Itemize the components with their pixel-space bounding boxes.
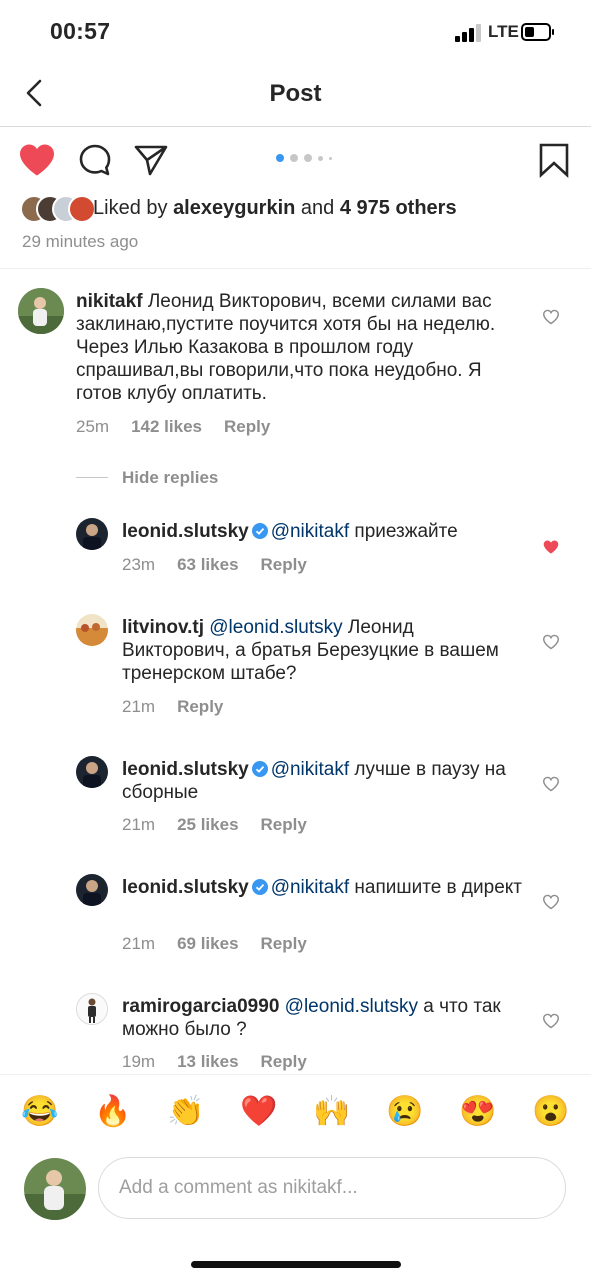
emoji-fire[interactable]: 🔥 [93,1094,133,1129]
reply-button[interactable]: Reply [261,815,307,834]
home-indicator[interactable] [191,1261,401,1268]
emoji-heart[interactable]: ❤️ [239,1094,279,1129]
divider [0,268,591,269]
reply-username[interactable]: litvinov.tj [122,617,204,638]
avatar[interactable] [18,288,64,334]
comment-username[interactable]: nikitakf [76,291,143,312]
reply-button[interactable]: Reply [261,555,307,574]
avatar[interactable] [76,614,108,646]
bookmark-icon[interactable] [538,142,570,178]
nav-divider [0,126,591,127]
avatar[interactable] [76,993,108,1025]
status-time: 00:57 [50,18,111,44]
emoji-heart-eyes[interactable]: 😍 [458,1094,498,1129]
page-title: Post [269,80,322,107]
reply-time: 21m [122,815,156,834]
reply-body: leonid.slutsky @nikitakf лучше в паузу на… [122,758,522,804]
liked-by-user[interactable]: alexeygurkin [173,197,295,219]
comment-liked-heart-icon[interactable] [542,539,560,555]
reply-meta: 23m 63 likes Reply [122,555,329,575]
comment-body: nikitakf Леонид Викторович, всеми силами… [76,290,511,405]
comment-time: 25m [76,417,110,436]
avatar [68,195,96,223]
hide-replies-button[interactable]: Hide replies [122,468,218,488]
avatar[interactable] [76,518,108,550]
reply-likes[interactable]: 25 likes [177,815,238,834]
reply-mention[interactable]: @leonid.slutsky [285,996,418,1017]
reply-meta: 21m Reply [122,697,245,717]
reply-button[interactable]: Reply [261,934,307,953]
emoji-laughing[interactable]: 😂 [20,1094,60,1129]
reply-text: напишите в директ [354,877,522,898]
reply-body: leonid.slutsky @nikitakf напишите в дирек… [122,876,522,899]
comment-composer[interactable] [98,1157,566,1219]
reply-body: ramirogarcia0990 @leonid.slutsky а что т… [122,995,522,1041]
post-timestamp: 29 minutes ago [22,232,139,251]
reply-text: приезжайте [354,521,458,542]
liked-by-and: and [300,197,335,219]
reply-meta: 21m 69 likes Reply [122,934,329,954]
emoji-clap[interactable]: 👏 [166,1094,206,1129]
reply-body: leonid.slutsky @nikitakf приезжайте [122,520,522,543]
network-label: LTE [488,22,519,41]
carousel-dot [318,155,323,161]
liked-by-prefix: Liked by [93,197,168,219]
reply-mention[interactable]: @leonid.slutsky [209,617,342,638]
comment-like-icon[interactable] [542,776,560,792]
reply-meta: 19m 13 likes Reply [122,1052,329,1072]
liked-by-others[interactable]: 4 975 others [340,197,457,219]
emoji-crying[interactable]: 😢 [385,1094,425,1129]
verified-badge-icon [251,523,268,539]
liked-by-text[interactable]: Liked by alexeygurkin and 4 975 others [93,197,457,220]
like-heart-icon[interactable] [18,143,56,177]
liker-avatars[interactable] [20,195,96,223]
carousel-dot [290,154,298,162]
reply-username[interactable]: ramirogarcia0990 [122,996,279,1017]
carousel-dot [276,154,284,162]
reply-button[interactable]: Reply [261,1052,307,1071]
verified-badge-icon [251,761,268,777]
comment-icon[interactable] [78,143,112,177]
comment-input[interactable] [117,1176,541,1200]
battery-icon [521,23,554,41]
reply-time: 21m [122,697,156,716]
reply-username[interactable]: leonid.slutsky [122,521,249,542]
comment-likes[interactable]: 142 likes [131,417,202,436]
reply-button[interactable]: Reply [224,417,270,436]
composer-avatar [24,1158,86,1220]
carousel-dot [304,154,312,162]
reply-button[interactable]: Reply [177,697,223,716]
comment-like-icon[interactable] [542,1013,560,1029]
reply-mention[interactable]: @nikitakf [271,877,349,898]
reply-time: 23m [122,555,156,574]
reply-username[interactable]: leonid.slutsky [122,759,249,780]
reply-likes[interactable]: 69 likes [177,934,238,953]
emoji-raised-hands[interactable]: 🙌 [312,1094,352,1129]
avatar[interactable] [76,756,108,788]
reply-body: litvinov.tj @leonid.slutsky Леонид Викто… [122,616,522,685]
reply-likes[interactable]: 63 likes [177,555,238,574]
reply-likes[interactable]: 13 likes [177,1052,238,1071]
reply-mention[interactable]: @nikitakf [271,521,349,542]
reply-time: 21m [122,934,156,953]
comment-like-icon[interactable] [542,634,560,650]
emoji-surprised[interactable]: 😮 [531,1094,571,1129]
reply-time: 19m [122,1052,156,1071]
reply-username[interactable]: leonid.slutsky [122,877,249,898]
carousel-dot [329,156,332,160]
share-send-icon[interactable] [133,143,169,177]
verified-badge-icon [251,879,268,895]
reply-mention[interactable]: @nikitakf [271,759,349,780]
hide-replies-line [76,477,108,478]
avatar[interactable] [76,874,108,906]
reply-meta: 21m 25 likes Reply [122,815,329,835]
signal-icon [455,24,481,42]
carousel-indicator [276,154,332,162]
comment-meta: 25m 142 likes Reply [76,417,292,437]
emoji-bar-divider [0,1074,591,1075]
comment-like-icon[interactable] [542,309,560,325]
comment-like-icon[interactable] [542,894,560,910]
